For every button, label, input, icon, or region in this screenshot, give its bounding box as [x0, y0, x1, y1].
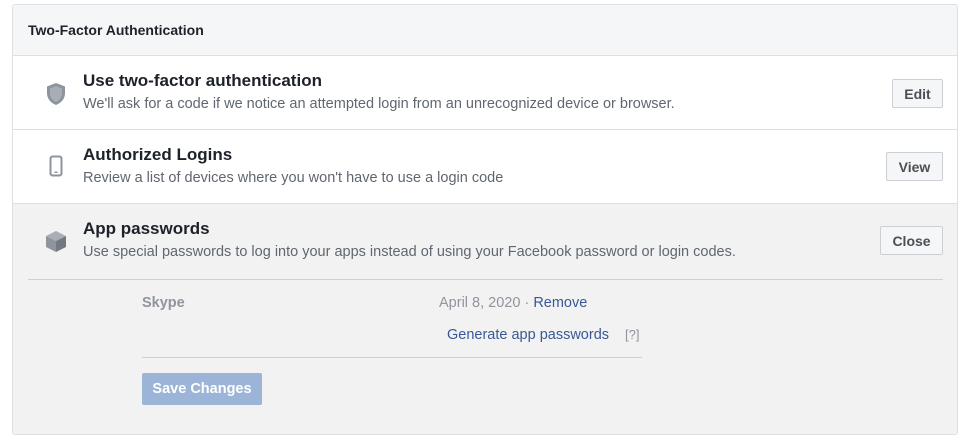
app-passwords-description: Use special passwords to log into your a…	[83, 244, 736, 260]
section-divider	[28, 279, 943, 280]
two-factor-description: We'll ask for a code if we notice an att…	[83, 96, 675, 112]
app-password-date: April 8, 2020	[439, 295, 521, 311]
authorized-logins-row: Authorized Logins Review a list of devic…	[13, 130, 957, 204]
app-passwords-row: App passwords Use special passwords to l…	[13, 204, 957, 434]
authorized-logins-title: Authorized Logins	[83, 145, 233, 164]
app-password-name: Skype	[142, 295, 185, 311]
two-factor-panel: Two-Factor Authentication Use two-factor…	[12, 4, 958, 435]
view-button[interactable]: View	[886, 152, 943, 181]
authorized-logins-description: Review a list of devices where you won't…	[83, 170, 504, 186]
form-divider	[142, 357, 642, 358]
help-link[interactable]: [?]	[625, 327, 639, 342]
edit-button[interactable]: Edit	[892, 79, 943, 108]
panel-title: Two-Factor Authentication	[13, 5, 957, 56]
app-passwords-title: App passwords	[83, 219, 210, 238]
two-factor-title: Use two-factor authentication	[83, 71, 322, 90]
phone-icon	[43, 153, 69, 179]
shield-icon	[43, 81, 69, 107]
save-changes-button[interactable]: Save Changes	[142, 373, 262, 405]
app-password-meta: April 8, 2020 · Remove	[439, 295, 587, 311]
two-factor-row: Use two-factor authentication We'll ask …	[13, 56, 957, 130]
remove-link[interactable]: Remove	[533, 295, 587, 311]
generate-app-passwords-link[interactable]: Generate app passwords	[447, 327, 609, 343]
cube-icon	[43, 228, 69, 254]
meta-separator: ·	[520, 295, 534, 311]
close-button[interactable]: Close	[880, 226, 943, 255]
